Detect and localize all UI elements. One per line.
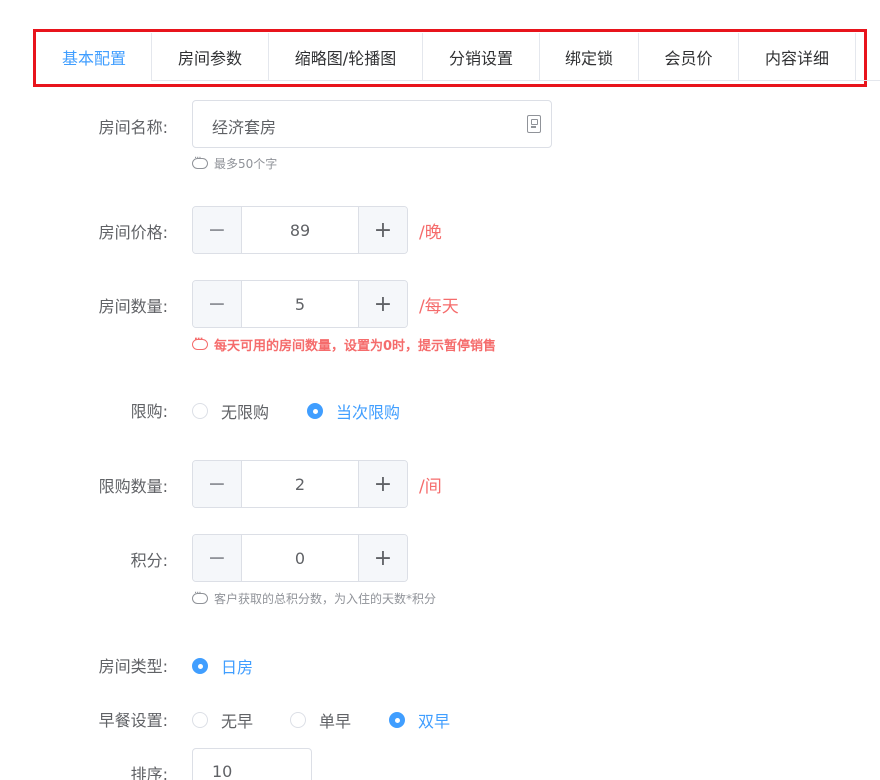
radio-circle: [389, 712, 405, 728]
room-name-hint: 最多50个字: [192, 153, 278, 172]
room-count-hint-text: 每天可用的房间数量，设置为0时，提示暂停销售: [214, 339, 497, 354]
room-price-value[interactable]: 89: [242, 207, 358, 253]
tab-bind-lock[interactable]: 绑定锁: [540, 33, 639, 81]
plus-icon[interactable]: +: [358, 207, 407, 253]
info-bubble-icon: [192, 153, 208, 169]
sort-label: 排序:: [130, 765, 168, 780]
points-hint-text: 客户获取的总积分数，为入住的天数*积分: [214, 592, 437, 606]
radio-label: 日房: [221, 658, 254, 677]
tab-distribution[interactable]: 分销设置: [423, 33, 540, 81]
radio-double-breakfast[interactable]: 双早: [389, 708, 450, 732]
radio-circle: [192, 712, 208, 728]
info-bubble-icon: [192, 588, 208, 604]
room-name-value: 经济套房: [212, 118, 277, 137]
info-bubble-icon: [192, 334, 208, 350]
radio-single-limit[interactable]: 当次限购: [307, 399, 400, 423]
radio-circle: [307, 403, 323, 419]
radio-label: 无早: [221, 712, 254, 731]
breakfast-label: 早餐设置:: [98, 711, 168, 730]
purchase-limit-label: 限购:: [130, 402, 168, 421]
plus-icon[interactable]: +: [358, 461, 407, 507]
room-name-input[interactable]: 经济套房: [192, 100, 552, 148]
tab-thumbnail-carousel[interactable]: 缩略图/轮播图: [269, 33, 423, 81]
radio-no-limit[interactable]: 无限购: [192, 399, 269, 423]
room-type-label: 房间类型:: [98, 657, 168, 676]
radio-circle: [192, 403, 208, 419]
plus-icon[interactable]: +: [358, 535, 407, 581]
tab-room-params[interactable]: 房间参数: [152, 33, 269, 81]
sort-input[interactable]: 10: [192, 748, 312, 780]
room-count-hint: 每天可用的房间数量，设置为0时，提示暂停销售: [192, 334, 497, 354]
radio-no-breakfast[interactable]: 无早: [192, 708, 253, 732]
tab-basic-config[interactable]: 基本配置: [37, 33, 152, 81]
limit-count-value[interactable]: 2: [242, 461, 358, 507]
room-count-stepper: − 5 +: [192, 280, 408, 328]
text-counter-icon: [527, 115, 541, 133]
radio-label: 无限购: [221, 403, 270, 422]
room-count-unit: /每天: [419, 297, 459, 317]
tab-member-price[interactable]: 会员价: [639, 33, 739, 81]
room-price-unit: /晚: [419, 223, 442, 243]
room-count-value[interactable]: 5: [242, 281, 358, 327]
radio-day-room[interactable]: 日房: [192, 654, 253, 678]
plus-icon[interactable]: +: [358, 281, 407, 327]
limit-count-label: 限购数量:: [98, 477, 168, 496]
sort-value: 10: [212, 762, 233, 780]
room-name-hint-text: 最多50个字: [214, 157, 278, 171]
radio-label: 当次限购: [336, 403, 401, 422]
room-name-label: 房间名称:: [98, 118, 168, 137]
points-value[interactable]: 0: [242, 535, 358, 581]
minus-icon[interactable]: −: [193, 207, 242, 253]
tab-content-detail[interactable]: 内容详细: [739, 33, 856, 81]
minus-icon[interactable]: −: [193, 461, 242, 507]
radio-circle: [192, 658, 208, 674]
radio-label: 单早: [319, 712, 352, 731]
radio-single-breakfast[interactable]: 单早: [290, 708, 351, 732]
room-price-label: 房间价格:: [98, 223, 168, 242]
points-label: 积分:: [130, 551, 168, 570]
points-hint: 客户获取的总积分数，为入住的天数*积分: [192, 588, 437, 607]
radio-label: 双早: [418, 712, 451, 731]
minus-icon[interactable]: −: [193, 535, 242, 581]
limit-count-stepper: − 2 +: [192, 460, 408, 508]
tab-bar: 基本配置 房间参数 缩略图/轮播图 分销设置 绑定锁 会员价 内容详细: [37, 33, 880, 81]
minus-icon[interactable]: −: [193, 281, 242, 327]
room-count-label: 房间数量:: [98, 297, 168, 316]
radio-circle: [290, 712, 306, 728]
room-price-stepper: − 89 +: [192, 206, 408, 254]
points-stepper: − 0 +: [192, 534, 408, 582]
limit-count-unit: /间: [419, 477, 442, 497]
